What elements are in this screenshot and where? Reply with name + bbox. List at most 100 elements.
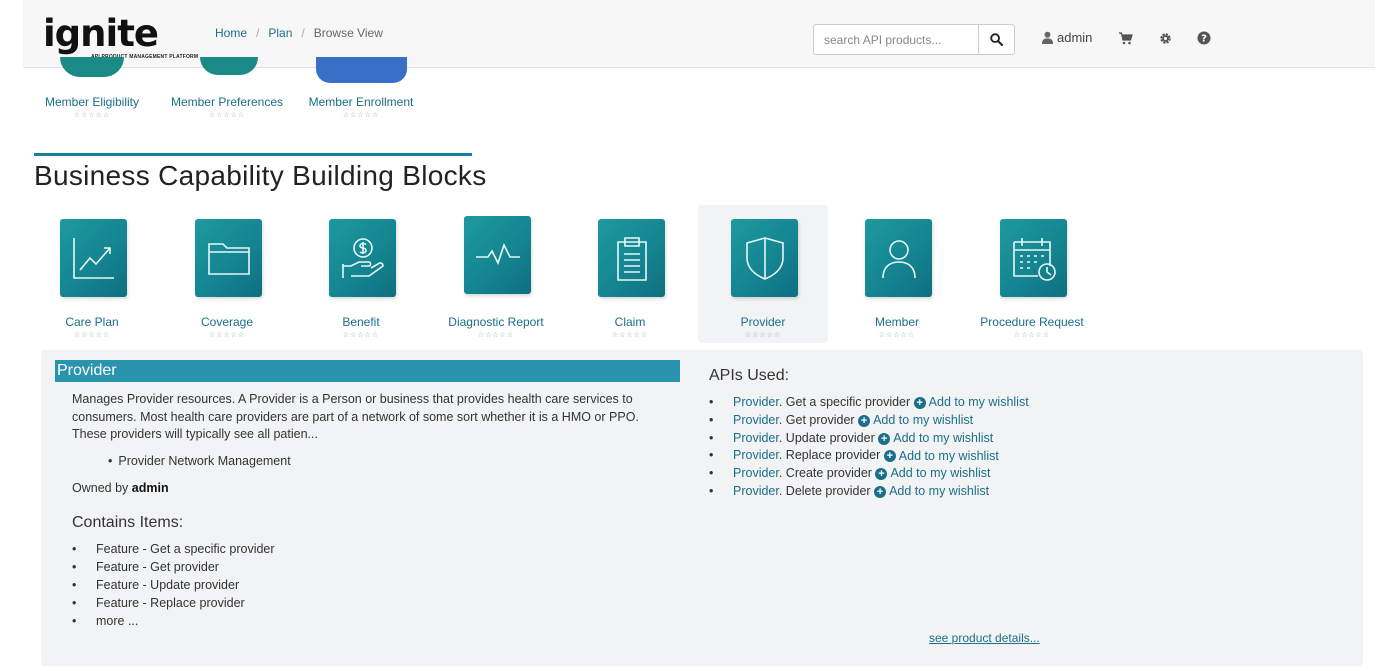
api-name: . Create provider [778, 466, 872, 481]
contains-heading: Contains Items: [72, 514, 184, 531]
detail-title: Provider [55, 360, 680, 382]
add-to-wishlist-button[interactable]: + Add to my wishlist [874, 483, 989, 501]
item-text: Feature - Replace provider [96, 596, 245, 610]
tag-list: Provider Network Management [108, 454, 290, 468]
capability-label: Benefit [342, 315, 380, 329]
item-text: Feature - Get a specific provider [96, 542, 275, 556]
search-input[interactable] [813, 24, 979, 55]
section-title: Business Capability Building Blocks [34, 160, 487, 191]
list-item: • Feature - Get a specific provider [72, 542, 275, 556]
rating-stars: ☆☆☆☆☆ [744, 332, 782, 339]
gear-icon [1159, 32, 1171, 44]
shield-icon [745, 237, 784, 280]
rating-stars: ☆☆☆☆☆ [208, 332, 246, 339]
block-label: Member Eligibility [44, 95, 140, 109]
person-icon [881, 240, 916, 279]
breadcrumb-plan[interactable]: Plan [268, 26, 292, 40]
add-to-wishlist-button[interactable]: + Add to my wishlist [878, 430, 993, 448]
capability-benefit[interactable]: Benefit ☆☆☆☆☆ [296, 205, 426, 343]
api-link[interactable]: Provider [733, 466, 779, 480]
member-blocks-row: Member Eligibility ☆☆☆☆☆ Member Preferen… [0, 40, 480, 130]
capability-diagnostic-report[interactable]: Diagnostic Report ☆☆☆☆☆ [431, 205, 561, 343]
search-button[interactable] [979, 24, 1015, 55]
api-item: • Provider. Create provider + Add to my wi… [709, 465, 1029, 483]
wishlist-label: Add to my wishlist [890, 466, 991, 481]
list-item[interactable]: • more ... [72, 612, 275, 630]
svg-text:?: ? [1201, 34, 1207, 45]
capability-coverage[interactable]: Coverage ☆☆☆☆☆ [162, 205, 292, 343]
item-text: Feature - Get provider [96, 560, 219, 574]
capability-claim[interactable]: Claim ☆☆☆☆☆ [565, 205, 695, 343]
plus-circle-icon: + [878, 432, 891, 445]
breadcrumb-separator: / [301, 26, 305, 40]
api-link[interactable]: Provider [733, 395, 779, 409]
list-item: • Feature - Update provider [72, 578, 240, 592]
contains-list: • Feature - Get a specific provider • Feat… [72, 540, 275, 630]
wishlist-label: Add to my wishlist [889, 484, 990, 499]
rating-stars: ☆☆☆☆☆ [73, 112, 111, 119]
capability-member[interactable]: Member ☆☆☆☆☆ [832, 205, 962, 343]
plus-circle-icon: + [874, 485, 887, 498]
api-item: • Provider. Get a specific provider + Add … [709, 394, 1029, 412]
capability-provider[interactable]: Provider ☆☆☆☆☆ [698, 205, 828, 343]
add-to-wishlist-button[interactable]: + Add to my wishlist [883, 448, 999, 466]
capability-label: Procedure Request [980, 315, 1084, 329]
capability-care-plan[interactable]: Care Plan ☆☆☆☆☆ [27, 205, 157, 343]
breadcrumb-home[interactable]: Home [215, 26, 247, 40]
capability-tile [464, 216, 531, 294]
chart-line-icon [72, 238, 114, 279]
help-button[interactable]: ? [1196, 30, 1212, 46]
capability-label: Coverage [200, 315, 254, 329]
add-to-wishlist-button[interactable]: + Add to my wishlist [913, 394, 1029, 412]
plus-circle-icon: + [858, 414, 871, 427]
wishlist-label: Add to my wishlist [873, 412, 974, 427]
tag-item: Provider Network Management [108, 454, 290, 468]
pulse-icon [475, 242, 520, 266]
breadcrumb-separator: / [256, 26, 260, 40]
api-name: . Replace provider [778, 448, 881, 463]
api-item: • Provider. Get provider + Add to my wishl… [709, 412, 1029, 430]
block-label: Member Enrollment [308, 95, 414, 109]
api-link[interactable]: Provider [733, 431, 779, 445]
api-link[interactable]: Provider [733, 448, 779, 462]
tile-partial [316, 57, 407, 83]
api-link[interactable]: Provider [733, 413, 779, 427]
capability-label: Claim [614, 315, 646, 329]
wishlist-label: Add to my wishlist [898, 448, 999, 463]
item-text: Feature - Update provider [96, 578, 240, 592]
more-link[interactable]: more ... [96, 614, 138, 628]
plus-circle-icon: + [913, 397, 926, 409]
tile-partial [200, 57, 258, 75]
see-product-details-link[interactable]: see product details... [929, 631, 1040, 645]
cart-button[interactable] [1118, 30, 1134, 46]
detail-description: Manages Provider resources. A Provider i… [72, 392, 639, 441]
api-link[interactable]: Provider [733, 484, 779, 498]
plus-circle-icon: + [883, 450, 896, 463]
tile-partial [60, 57, 124, 77]
money-hand-icon [341, 238, 384, 278]
user-menu[interactable]: admin [1041, 30, 1092, 45]
block-label: Member Preferences [170, 95, 284, 109]
rating-stars: ☆☆☆☆☆ [611, 332, 649, 339]
capability-tile [731, 219, 798, 297]
user-name: admin [1057, 30, 1093, 45]
api-name: . Get a specific provider [778, 395, 911, 409]
capability-procedure-request[interactable]: Procedure Request ☆☆☆☆☆ [967, 205, 1097, 343]
rating-stars: ☆☆☆☆☆ [73, 332, 111, 339]
api-item: • Provider. Delete provider + Add to my wi… [709, 483, 1029, 501]
owner-line: Owned by admin [72, 481, 169, 495]
help-icon: ? [1197, 31, 1211, 45]
owner-prefix: Owned by [72, 481, 129, 495]
capability-label: Care Plan [65, 315, 119, 329]
add-to-wishlist-button[interactable]: + Add to my wishlist [875, 465, 990, 483]
folder-icon [207, 243, 250, 275]
breadcrumb: Home / Plan / Browse View [215, 26, 383, 40]
list-item: • Feature - Get provider [72, 560, 219, 574]
capability-label: Diagnostic Report [448, 315, 544, 329]
capability-tile [60, 219, 127, 297]
capability-tile [329, 219, 396, 297]
settings-button[interactable] [1157, 30, 1173, 46]
section-divider [34, 153, 472, 156]
apis-heading: APIs Used: [709, 367, 790, 384]
add-to-wishlist-button[interactable]: + Add to my wishlist [858, 412, 973, 430]
